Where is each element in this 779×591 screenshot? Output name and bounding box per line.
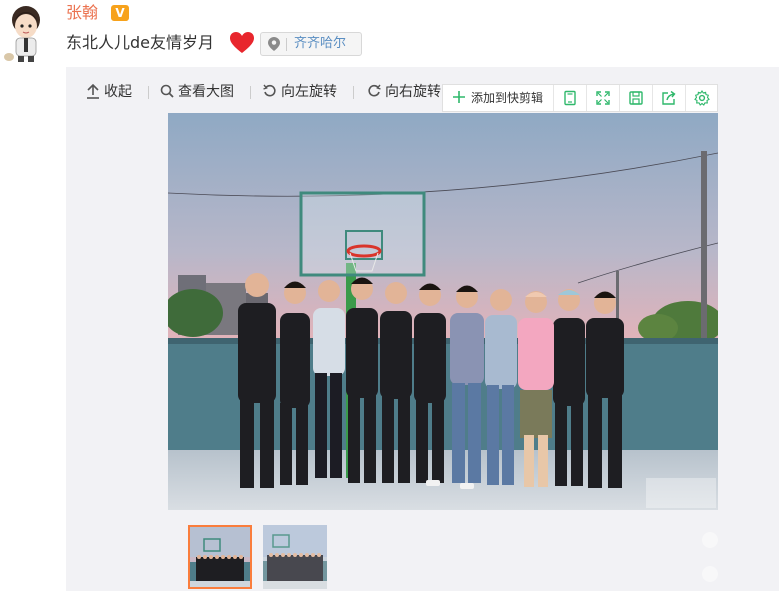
collapse-label: 收起	[104, 84, 132, 100]
prev-arrow-icon[interactable]	[702, 532, 718, 548]
toolbar-separator	[250, 86, 251, 99]
location-pin-icon	[268, 37, 280, 51]
plus-icon	[453, 91, 465, 103]
post-text: 东北人儿de友情岁月	[66, 33, 215, 52]
add-to-clip-button[interactable]: 添加到快剪辑	[443, 85, 553, 111]
location-separator	[286, 38, 287, 51]
rotate-left-icon	[263, 84, 276, 97]
main-photo[interactable]	[168, 113, 718, 510]
expand-button[interactable]	[586, 85, 619, 111]
view-large-label: 查看大图	[178, 84, 234, 100]
add-to-clip-label: 添加到快剪辑	[471, 91, 544, 105]
clip-doc-icon	[564, 90, 576, 106]
rotate-right-label: 向右旋转	[385, 84, 441, 100]
thumbnail-selected[interactable]	[188, 525, 252, 589]
settings-icon	[694, 90, 710, 106]
toolbar-separator	[148, 86, 149, 99]
settings-button[interactable]	[685, 85, 718, 111]
rotate-left-button[interactable]: 向左旋转	[263, 80, 345, 104]
expand-icon	[596, 91, 610, 105]
verified-badge: V	[111, 5, 129, 21]
clip-toolbar: 添加到快剪辑	[442, 84, 718, 112]
author-name[interactable]: 张翰	[66, 3, 98, 23]
collapse-icon	[87, 84, 99, 99]
location-tag[interactable]: 齐齐哈尔	[260, 32, 362, 56]
thumbnail[interactable]	[263, 525, 327, 589]
clip-doc-button[interactable]	[553, 85, 586, 111]
search-icon	[160, 84, 174, 98]
view-large-button[interactable]: 查看大图	[160, 80, 242, 104]
rotate-right-icon	[368, 84, 381, 97]
save-button[interactable]	[619, 85, 652, 111]
location-text[interactable]: 齐齐哈尔	[294, 36, 346, 52]
rotate-left-label: 向左旋转	[281, 84, 337, 100]
collapse-button[interactable]: 收起	[86, 80, 138, 104]
share-button[interactable]	[652, 85, 685, 111]
avatar[interactable]	[0, 0, 52, 64]
save-icon	[629, 91, 643, 105]
next-arrow-icon[interactable]	[702, 566, 718, 582]
rotate-right-button[interactable]: 向右旋转	[367, 80, 443, 104]
share-icon	[662, 90, 676, 105]
toolbar-separator	[353, 86, 354, 99]
heart-emoji-icon	[229, 31, 255, 55]
